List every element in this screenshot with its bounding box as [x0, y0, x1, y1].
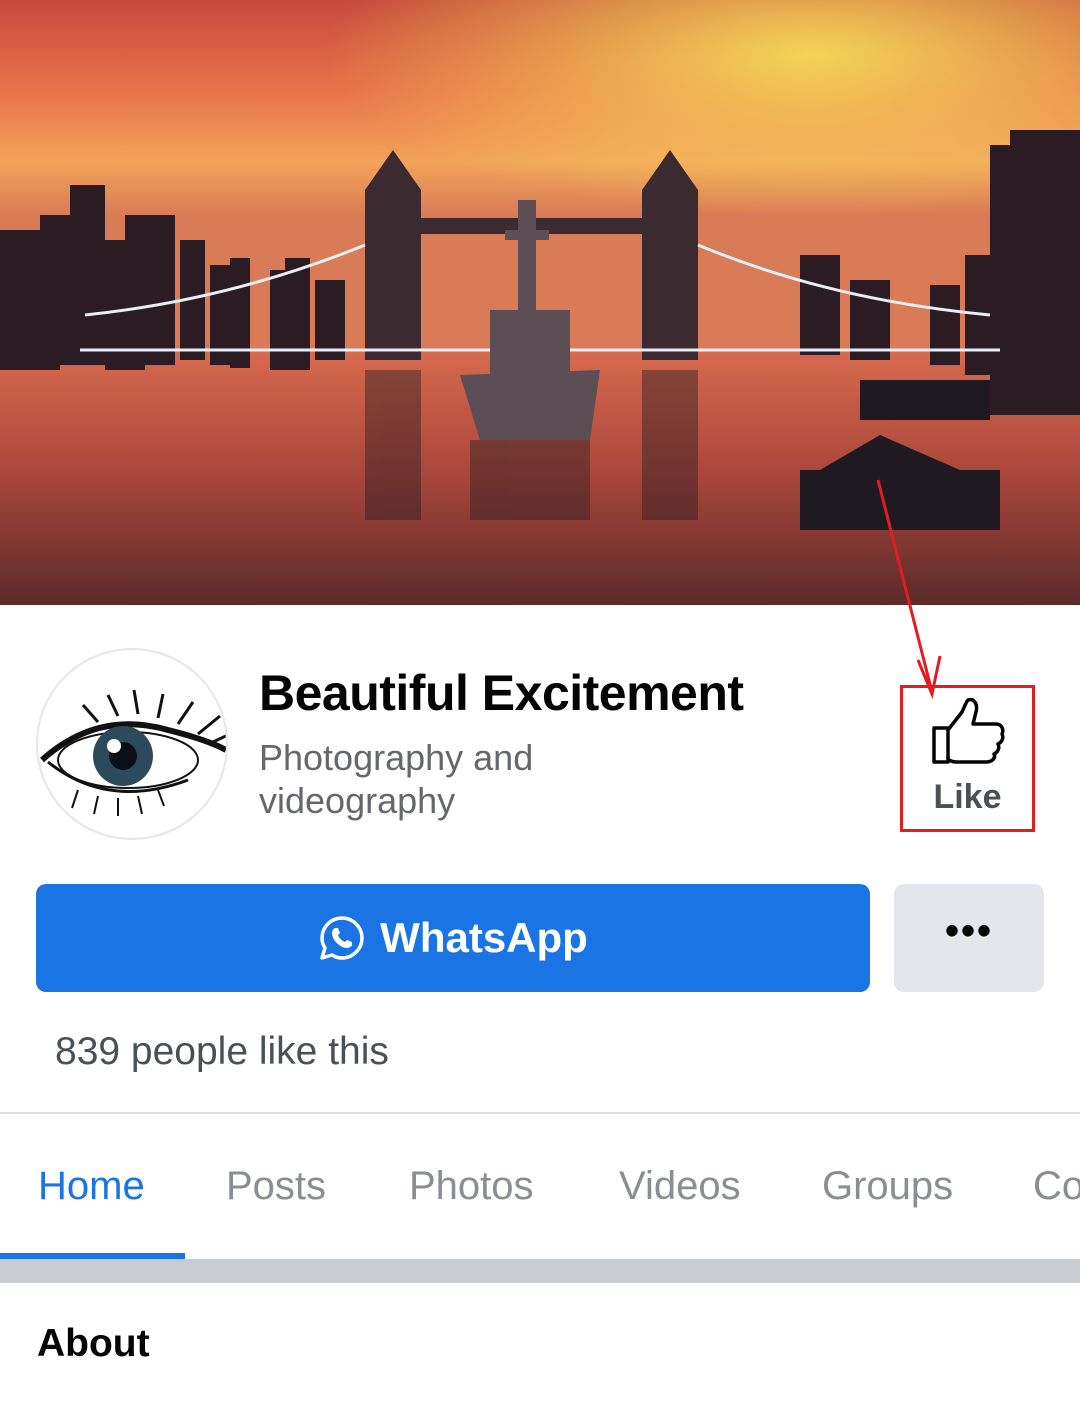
page-tabs: Home Posts Photos Videos Groups Co [0, 1114, 1080, 1259]
whatsapp-button[interactable]: WhatsApp [36, 884, 870, 992]
whatsapp-icon [320, 916, 364, 960]
tab-videos[interactable]: Videos [619, 1114, 741, 1259]
cover-image [0, 0, 1080, 605]
thumbs-up-icon [931, 697, 1005, 764]
more-dots-icon: ••• [944, 909, 993, 953]
like-button[interactable]: Like [900, 685, 1035, 832]
section-separator [0, 1259, 1080, 1283]
tab-groups[interactable]: Groups [822, 1114, 953, 1259]
tab-photos[interactable]: Photos [409, 1114, 534, 1259]
about-heading: About [37, 1322, 150, 1365]
page-category: Photography and videography [259, 737, 534, 821]
page-title: Beautiful Excitement [259, 665, 744, 721]
whatsapp-label: WhatsApp [380, 914, 588, 961]
more-options-button[interactable]: ••• [894, 884, 1044, 992]
tab-home[interactable]: Home [38, 1114, 145, 1259]
cover-photo[interactable] [0, 0, 1080, 605]
like-label: Like [933, 778, 1002, 816]
eye-icon [40, 689, 226, 816]
avatar[interactable] [36, 648, 228, 840]
tab-posts[interactable]: Posts [226, 1114, 326, 1259]
tab-community[interactable]: Co [1033, 1114, 1080, 1259]
likes-count: 839 people like this [55, 1030, 389, 1073]
